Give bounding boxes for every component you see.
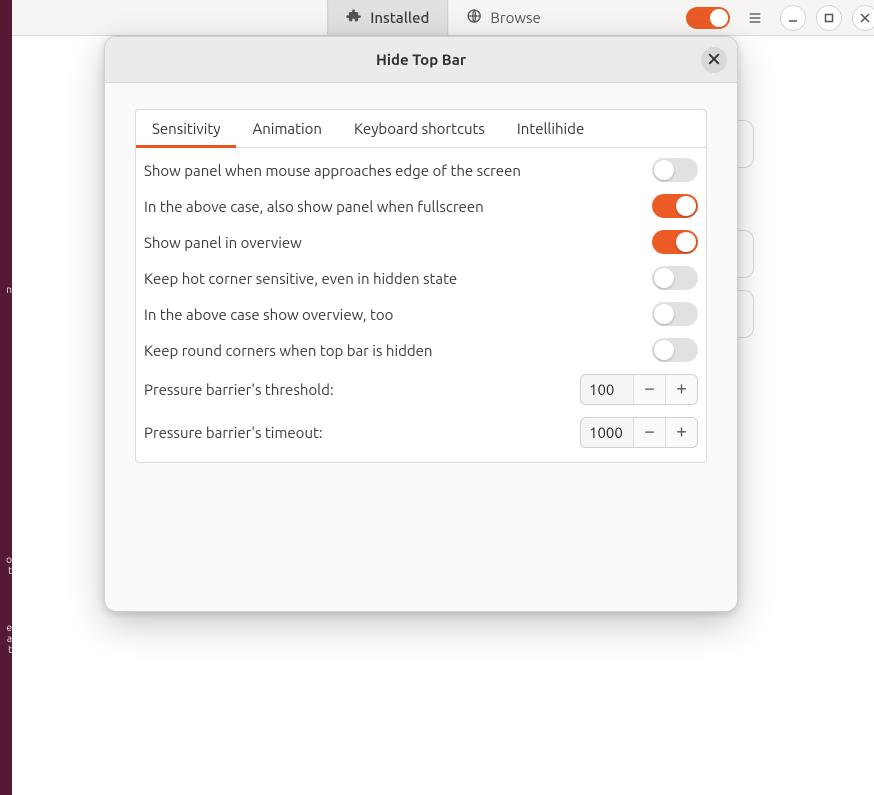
- tab-intellihide[interactable]: Intellihide: [501, 110, 600, 147]
- globe-icon: [466, 8, 482, 27]
- dialog-close-button[interactable]: [701, 47, 727, 73]
- toggle-row: Keep hot corner sensitive, even in hidde…: [136, 260, 706, 296]
- dialog-content-panel: Sensitivity Animation Keyboard shortcuts…: [135, 109, 707, 463]
- window-minimize-button[interactable]: [780, 5, 806, 31]
- plus-icon: +: [676, 422, 687, 443]
- extension-master-switch[interactable]: [686, 7, 730, 29]
- spin-row: Pressure barrier's threshold: − +: [136, 368, 706, 411]
- pressure-threshold-stepper: − +: [580, 374, 698, 405]
- dock-fragment: e a t: [0, 622, 12, 655]
- toggle-keep-round-corners[interactable]: [652, 338, 698, 362]
- minus-icon: −: [644, 379, 655, 400]
- toggle-label: Show panel when mouse approaches edge of…: [144, 162, 521, 179]
- toggle-label: Show panel in overview: [144, 234, 302, 251]
- plus-icon: +: [676, 379, 687, 400]
- window-close-button[interactable]: [852, 5, 874, 31]
- pressure-timeout-decrement[interactable]: −: [633, 418, 665, 447]
- settings-dialog: Hide Top Bar Sensitivity Animation Keybo…: [104, 36, 738, 612]
- tab-animation[interactable]: Animation: [236, 110, 338, 147]
- toggle-show-overview-too[interactable]: [652, 302, 698, 326]
- pressure-timeout-stepper: − +: [580, 417, 698, 448]
- dock-fragment: o t: [0, 554, 12, 576]
- toggle-row: Show panel in overview: [136, 224, 706, 260]
- tab-intellihide-label: Intellihide: [517, 120, 584, 137]
- dialog-title: Hide Top Bar: [376, 51, 466, 68]
- spin-row: Pressure barrier's timeout: − +: [136, 411, 706, 454]
- toggle-row: In the above case, also show panel when …: [136, 188, 706, 224]
- bg-window-headerbar: Installed Browse: [12, 0, 874, 36]
- window-maximize-button[interactable]: [816, 5, 842, 31]
- tab-sensitivity[interactable]: Sensitivity: [136, 110, 236, 147]
- puzzle-icon: [346, 8, 362, 27]
- bg-tab-installed[interactable]: Installed: [327, 0, 448, 35]
- pressure-threshold-input[interactable]: [581, 375, 633, 404]
- hamburger-icon[interactable]: [740, 3, 770, 33]
- toggle-row: Keep round corners when top bar is hidde…: [136, 332, 706, 368]
- toggle-label: In the above case show overview, too: [144, 306, 393, 323]
- toggle-show-panel-fullscreen[interactable]: [652, 194, 698, 218]
- toggle-label: Keep hot corner sensitive, even in hidde…: [144, 270, 457, 287]
- pressure-threshold-increment[interactable]: +: [665, 375, 697, 404]
- bg-tab-browse-label: Browse: [490, 9, 540, 26]
- tab-keyboard-label: Keyboard shortcuts: [354, 120, 485, 137]
- pressure-threshold-decrement[interactable]: −: [633, 375, 665, 404]
- minus-icon: −: [644, 422, 655, 443]
- tab-keyboard-shortcuts[interactable]: Keyboard shortcuts: [338, 110, 501, 147]
- toggle-label: In the above case, also show panel when …: [144, 198, 484, 215]
- dialog-header: Hide Top Bar: [105, 37, 737, 83]
- toggle-row: In the above case show overview, too: [136, 296, 706, 332]
- toggle-show-panel-on-approach[interactable]: [652, 158, 698, 182]
- toggle-row: Show panel when mouse approaches edge of…: [136, 152, 706, 188]
- spin-label: Pressure barrier's threshold:: [144, 381, 334, 398]
- dock-strip: [0, 0, 12, 795]
- toggle-keep-hot-corner[interactable]: [652, 266, 698, 290]
- bg-tab-installed-label: Installed: [370, 9, 429, 26]
- close-icon: [708, 51, 720, 68]
- pressure-timeout-increment[interactable]: +: [665, 418, 697, 447]
- dialog-tabs: Sensitivity Animation Keyboard shortcuts…: [136, 110, 706, 148]
- tab-animation-label: Animation: [252, 120, 322, 137]
- tab-sensitivity-label: Sensitivity: [152, 120, 220, 137]
- dock-fragment: n: [0, 284, 12, 295]
- bg-tab-browse[interactable]: Browse: [448, 0, 558, 35]
- spin-label: Pressure barrier's timeout:: [144, 424, 323, 441]
- pressure-timeout-input[interactable]: [581, 418, 633, 447]
- toggle-show-panel-overview[interactable]: [652, 230, 698, 254]
- toggle-label: Keep round corners when top bar is hidde…: [144, 342, 433, 359]
